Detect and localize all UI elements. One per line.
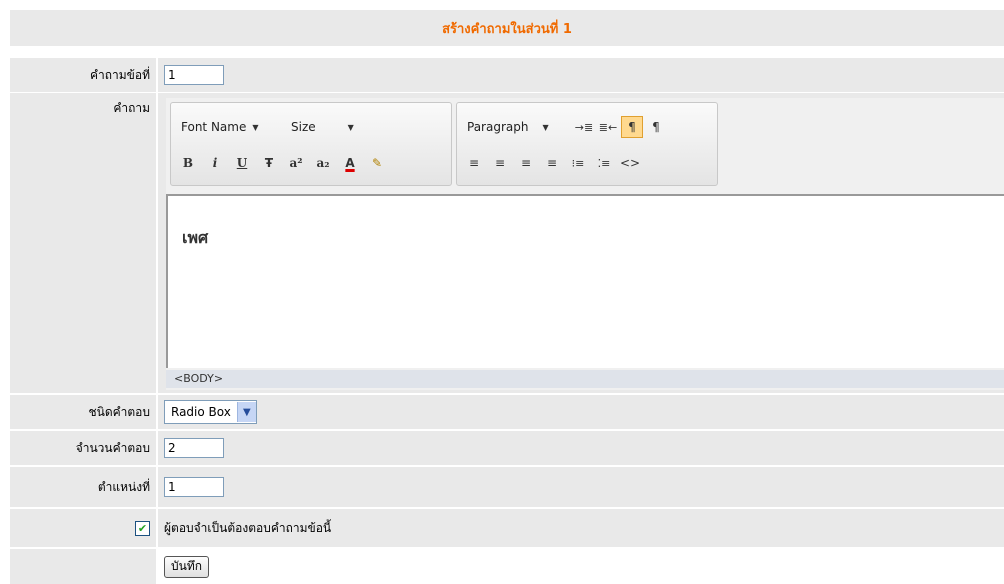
justify-button[interactable]: ≡ <box>541 152 563 174</box>
ordered-list-button[interactable]: ⁝≡ <box>567 152 589 174</box>
editor-content-text: เพศ <box>182 228 209 247</box>
highlight-button[interactable]: ✎ <box>366 152 388 174</box>
answer-count-row: จำนวนคำตอบ <box>10 431 1004 465</box>
align-right-button[interactable]: ≡ <box>515 152 537 174</box>
required-checkbox[interactable]: ✔ <box>135 520 150 536</box>
font-size-select[interactable]: Size ▼ <box>287 117 375 137</box>
strikethrough-button[interactable]: Ŧ <box>258 152 280 174</box>
superscript-button[interactable]: a² <box>285 152 307 174</box>
chevron-down-icon: ▼ <box>542 122 549 132</box>
font-color-button[interactable]: A <box>339 152 361 174</box>
align-center-button[interactable]: ≡ <box>489 152 511 174</box>
answer-count-label: จำนวนคำตอบ <box>10 431 158 465</box>
outdent-button[interactable]: ≣← <box>597 116 619 138</box>
checkmark-icon: ✔ <box>137 521 148 535</box>
bold-button[interactable]: B <box>177 152 199 174</box>
rtl-button[interactable]: ¶ <box>645 116 667 138</box>
unordered-list-button[interactable]: ⁚≡ <box>593 152 615 174</box>
editor-status-bar: <BODY> <box>166 370 1004 388</box>
answer-type-label: ชนิดคำตอบ <box>10 395 158 429</box>
underline-button[interactable]: U <box>231 152 253 174</box>
italic-button[interactable]: i <box>204 152 226 174</box>
ltr-button[interactable]: ¶ <box>621 116 643 138</box>
position-row: ตำแหน่งที่ <box>10 467 1004 507</box>
save-row: บันทึก <box>10 549 1004 584</box>
chevron-down-icon: ▼ <box>236 402 256 422</box>
position-label: ตำแหน่งที่ <box>10 467 158 507</box>
paragraph-select[interactable]: Paragraph ▼ <box>463 117 571 137</box>
subscript-button[interactable]: a₂ <box>312 152 334 174</box>
toolbar-group-format: Font Name ▼ Size ▼ B i U Ŧ a² a₂ A ✎ <box>170 102 452 186</box>
answer-type-row: ชนิดคำตอบ Radio Box ▼ <box>10 395 1004 429</box>
form-header: สร้างคำถามในส่วนที่ 1 <box>10 10 1004 47</box>
question-number-row: คำถามข้อที่ <box>10 58 1004 92</box>
save-button[interactable]: บันทึก <box>164 555 209 578</box>
font-name-select[interactable]: Font Name ▼ <box>177 117 285 137</box>
source-code-button[interactable]: <> <box>619 152 641 174</box>
question-form: สร้างคำถามในส่วนที่ 1 คำถามข้อที่ คำถาม … <box>0 0 1004 584</box>
page-title: สร้างคำถามในส่วนที่ 1 <box>442 21 572 37</box>
toolbar-group-paragraph: Paragraph ▼ →≣ ≣← ¶ ¶ ≡ ≡ ≡ ≡ ⁝≡ ⁚≡ <> <box>456 102 718 186</box>
rich-text-editor: Font Name ▼ Size ▼ B i U Ŧ a² a₂ A ✎ Par… <box>166 98 1004 390</box>
chevron-down-icon: ▼ <box>252 122 259 132</box>
indent-button[interactable]: →≣ <box>573 116 595 138</box>
question-number-label: คำถามข้อที่ <box>10 58 158 92</box>
position-input[interactable] <box>164 477 224 497</box>
required-label: ผู้ตอบจำเป็นต้องตอบคำถามข้อนี้ <box>158 509 1004 547</box>
question-number-input[interactable] <box>164 65 224 85</box>
chevron-down-icon: ▼ <box>347 122 354 132</box>
required-row: ✔ ผู้ตอบจำเป็นต้องตอบคำถามข้อนี้ <box>10 509 1004 547</box>
align-left-button[interactable]: ≡ <box>463 152 485 174</box>
answer-count-input[interactable] <box>164 438 224 458</box>
answer-type-select[interactable]: Radio Box ▼ <box>164 400 257 424</box>
editor-content-area[interactable]: เพศ <box>166 194 1004 368</box>
question-label: คำถาม <box>10 93 158 393</box>
